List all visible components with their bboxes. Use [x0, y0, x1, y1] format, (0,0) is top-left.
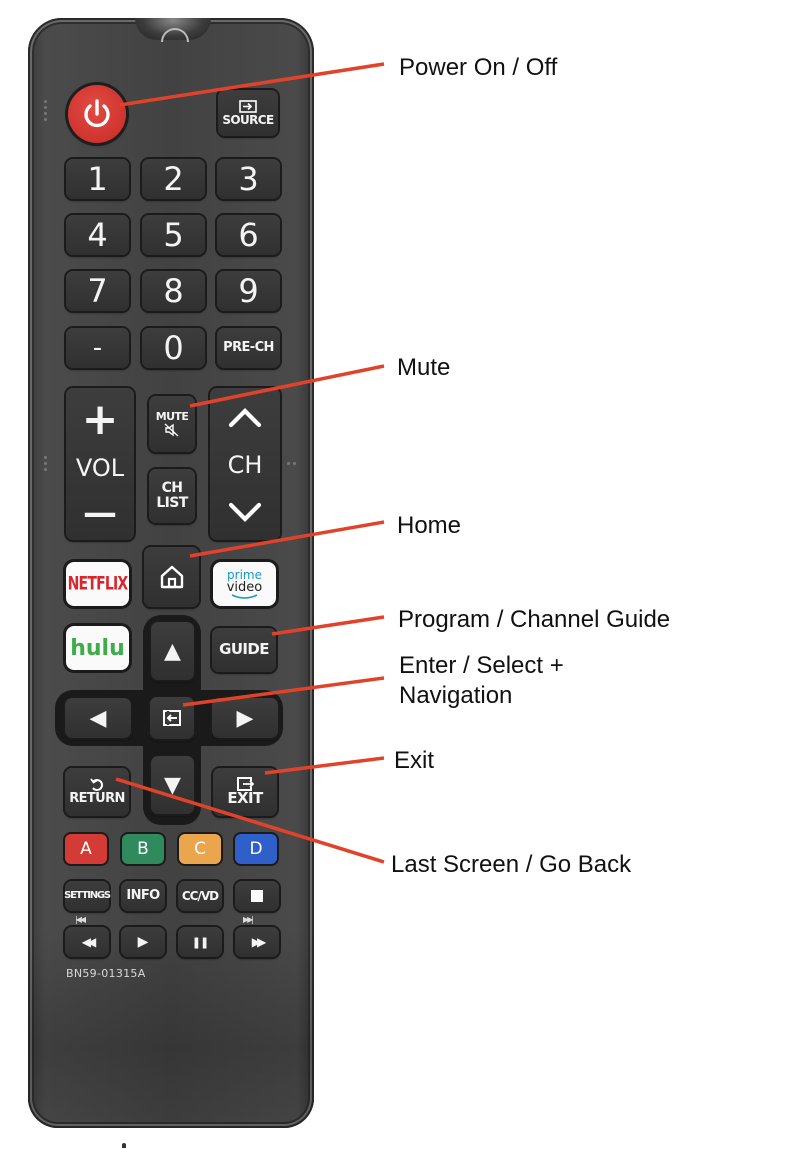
callout-home: Home: [397, 512, 462, 539]
amazon-smile-icon: [231, 593, 257, 599]
key-dash[interactable]: -: [66, 328, 129, 368]
rewind-button[interactable]: ◀◀: [65, 927, 109, 957]
callout-guide: Program / Channel Guide: [398, 606, 671, 633]
volume-label: VOL: [75, 454, 125, 482]
side-dots-left: [44, 456, 47, 471]
volume-down-button[interactable]: —: [83, 496, 117, 530]
exit-button[interactable]: EXIT: [213, 768, 277, 816]
chevron-down-icon[interactable]: [227, 502, 263, 524]
enter-button[interactable]: [150, 697, 194, 739]
chevron-up-icon[interactable]: [227, 406, 263, 428]
key-1[interactable]: 1: [66, 159, 129, 199]
netflix-button[interactable]: NETFLIX: [66, 562, 129, 606]
prime-video-button[interactable]: prime video: [213, 562, 276, 606]
callout-mute: Mute: [397, 354, 451, 381]
pre-ch-button[interactable]: PRE-CH: [217, 328, 280, 368]
key-9[interactable]: 9: [217, 271, 280, 311]
hulu-button[interactable]: hulu: [66, 626, 129, 670]
color-key-c[interactable]: C: [179, 834, 221, 864]
return-icon: [90, 778, 103, 792]
key-6[interactable]: 6: [217, 215, 280, 255]
home-button[interactable]: [144, 547, 199, 607]
return-button[interactable]: RETURN: [65, 768, 129, 816]
enter-icon: [163, 710, 181, 726]
stop-icon: [251, 890, 263, 902]
dpad-right-button[interactable]: ▶: [212, 698, 278, 738]
ch-list-button[interactable]: CH LIST: [149, 469, 195, 523]
play-button[interactable]: ▶: [121, 927, 165, 957]
dpad-left-button[interactable]: ◀: [65, 698, 131, 738]
pause-button[interactable]: ❚❚: [178, 927, 222, 957]
channel-rocker[interactable]: CH: [210, 388, 280, 540]
key-0[interactable]: 0: [142, 328, 205, 368]
source-button[interactable]: SOURCE: [218, 90, 278, 136]
color-key-d[interactable]: D: [235, 834, 277, 864]
key-3[interactable]: 3: [217, 159, 280, 199]
callout-enter: Enter / Select + Navigation: [399, 652, 564, 709]
stop-button[interactable]: [235, 881, 279, 911]
source-input-icon: [239, 99, 257, 113]
color-key-b[interactable]: B: [122, 834, 164, 864]
dpad-up-button[interactable]: ▲: [151, 622, 194, 680]
color-key-a[interactable]: A: [65, 834, 107, 864]
ir-sensor: [135, 18, 211, 42]
callout-power: Power On / Off: [399, 54, 558, 81]
cc-vd-button[interactable]: CC/VD: [178, 881, 222, 911]
mute-speaker-icon: [164, 423, 179, 437]
callout-return: Last Screen / Go Back: [391, 851, 632, 878]
side-dots-right: [287, 462, 297, 465]
key-8[interactable]: 8: [142, 271, 205, 311]
stray-mark: [122, 1143, 126, 1148]
key-5[interactable]: 5: [142, 215, 205, 255]
model-number: BN59-01315A: [66, 967, 146, 980]
volume-up-button[interactable]: +: [82, 398, 119, 442]
key-4[interactable]: 4: [66, 215, 129, 255]
volume-rocker[interactable]: + VOL —: [66, 388, 134, 540]
guide-button[interactable]: GUIDE: [212, 628, 276, 672]
mute-button[interactable]: MUTE: [149, 396, 195, 452]
settings-button[interactable]: SETTINGS: [64, 881, 111, 911]
microphone-holes: [44, 100, 47, 121]
dpad-down-button[interactable]: ▼: [151, 756, 194, 814]
fast-forward-button[interactable]: ▶▶: [235, 927, 279, 957]
callout-exit: Exit: [394, 747, 435, 774]
home-icon: [160, 565, 183, 589]
skip-previous-icon: |◀◀: [75, 915, 86, 924]
skip-next-icon: ▶▶|: [243, 915, 254, 924]
power-icon: [84, 99, 110, 128]
key-2[interactable]: 2: [142, 159, 205, 199]
info-button[interactable]: INFO: [121, 881, 165, 911]
power-button[interactable]: [68, 85, 126, 143]
channel-label: CH: [227, 451, 263, 479]
key-7[interactable]: 7: [66, 271, 129, 311]
